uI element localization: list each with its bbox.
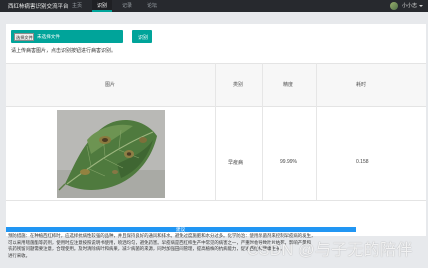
result-time: 0.158 xyxy=(356,159,369,165)
tomato-leaf-image xyxy=(57,110,165,198)
choose-file-button[interactable]: 选择文件 xyxy=(14,33,34,41)
column-header-image: 图片 xyxy=(105,82,116,88)
column-divider xyxy=(316,63,317,201)
chevron-down-icon[interactable] xyxy=(419,5,423,7)
upload-hint: 请上传病害图片，点击识别按钮进行病害识别。 xyxy=(11,48,117,54)
watermark: CSDN @与子无的陪伴 xyxy=(247,242,413,259)
nav-item-home[interactable]: 主页 xyxy=(72,2,82,9)
column-divider xyxy=(215,63,216,201)
result-category: 早疫病 xyxy=(228,160,244,166)
brand-title[interactable]: 西红柿病害识别交流平台 xyxy=(8,2,69,10)
nav-item-forum[interactable]: 论坛 xyxy=(147,2,157,9)
column-header-time: 耗时 xyxy=(356,82,367,88)
choose-file-label: 选择文件 xyxy=(16,35,33,41)
user-name[interactable]: 小小志 xyxy=(402,2,417,9)
nav-item-records[interactable]: 记录 xyxy=(122,2,132,9)
detect-button[interactable]: 识别 xyxy=(132,30,152,43)
column-divider xyxy=(262,63,263,201)
column-header-category: 类别 xyxy=(233,82,244,88)
avatar[interactable] xyxy=(390,2,398,10)
column-header-accuracy: 精度 xyxy=(283,82,294,88)
result-accuracy: 99.99% xyxy=(280,159,297,165)
suggestion-title: 建议 xyxy=(176,226,186,232)
table-row-divider xyxy=(6,200,426,201)
leaf-image xyxy=(57,110,165,198)
detect-button-label: 识别 xyxy=(138,34,149,41)
nav-active-indicator xyxy=(92,10,112,12)
file-status-text: 未选择文件 xyxy=(37,33,60,39)
nav-item-detect[interactable]: 识别 xyxy=(97,2,107,9)
